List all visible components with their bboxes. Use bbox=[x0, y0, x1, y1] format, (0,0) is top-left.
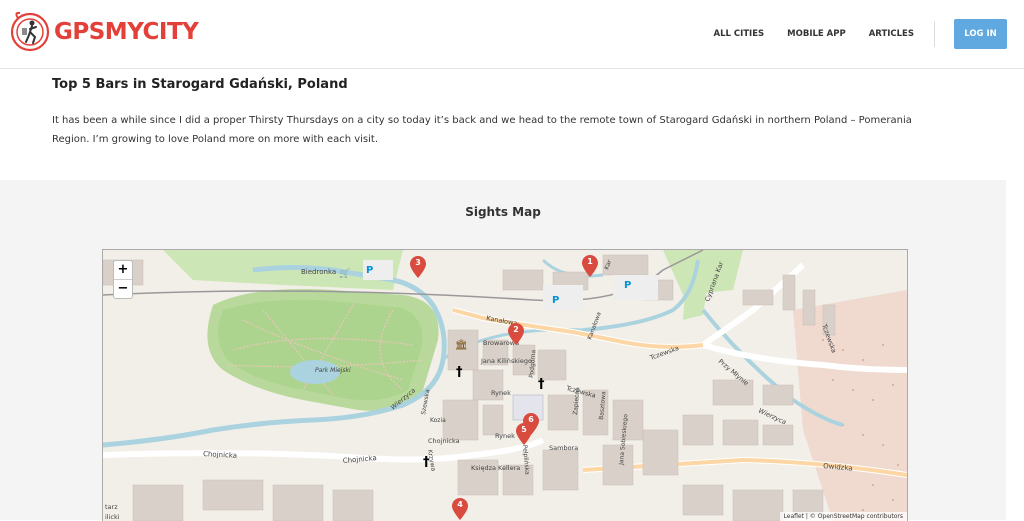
map-canvas[interactable]: P P P 🏛 † † † 🛒 Biedronka Park Miejski K… bbox=[102, 249, 908, 521]
label-rynek-2: Rynek bbox=[495, 432, 515, 440]
zoom-control: + − bbox=[113, 260, 133, 299]
marker-number: 3 bbox=[415, 258, 421, 267]
map-marker-2[interactable]: 2 bbox=[508, 323, 524, 345]
label-biedronka: Biedronka bbox=[301, 268, 336, 276]
marker-number: 1 bbox=[587, 257, 593, 266]
main-nav: ALL CITIES MOBILE APP ARTICLES LOG IN bbox=[713, 0, 1024, 68]
map-marker-1[interactable]: 1 bbox=[582, 255, 598, 277]
sights-map-section: Sights Map P P P 🏛 † † † 🛒 Biedronka Par… bbox=[0, 180, 1006, 521]
label-kellera: Księdza Kellera bbox=[471, 464, 520, 472]
label-rynek-1: Rynek bbox=[491, 389, 511, 397]
top-nav-bar: GPSMYCITY ALL CITIES MOBILE APP ARTICLES… bbox=[0, 0, 1024, 69]
nav-divider bbox=[934, 21, 935, 47]
map-marker-6[interactable]: 6 bbox=[523, 413, 539, 435]
login-button[interactable]: LOG IN bbox=[954, 19, 1007, 49]
article-title: Top 5 Bars in Starogard Gdański, Poland bbox=[52, 77, 348, 92]
marker-number: 6 bbox=[528, 415, 534, 424]
map-tiles: P P P 🏛 † † † 🛒 Biedronka Park Miejski K… bbox=[103, 250, 907, 521]
sights-map-heading: Sights Map bbox=[465, 205, 541, 219]
zoom-out-button[interactable]: − bbox=[114, 280, 132, 298]
nav-articles[interactable]: ARTICLES bbox=[869, 29, 914, 39]
svg-text:P: P bbox=[366, 265, 373, 276]
gpsmycity-logo-icon bbox=[10, 11, 50, 52]
label-chojnicka-3: Chojnicka bbox=[428, 437, 460, 445]
label-sambora: Sambora bbox=[549, 444, 578, 452]
label-starz: tarz bbox=[105, 503, 118, 511]
label-kozia: Kozia bbox=[430, 417, 446, 424]
marker-number: 2 bbox=[513, 325, 519, 334]
map-marker-3[interactable]: 3 bbox=[410, 256, 426, 278]
svg-text:†: † bbox=[456, 365, 463, 380]
nav-mobile-app[interactable]: MOBILE APP bbox=[787, 29, 846, 39]
svg-text:P: P bbox=[624, 280, 631, 291]
svg-text:🛒: 🛒 bbox=[339, 267, 350, 279]
svg-text:P: P bbox=[552, 295, 559, 306]
label-kilinskiego: Jana Kilińskiego bbox=[480, 357, 532, 365]
svg-text:🏛: 🏛 bbox=[455, 339, 468, 351]
map-marker-4[interactable]: 4 bbox=[452, 498, 468, 520]
svg-text:†: † bbox=[538, 377, 545, 392]
label-park: Park Miejski bbox=[315, 367, 351, 374]
article-intro: It has been a while since I did a proper… bbox=[52, 115, 912, 145]
nav-all-cities[interactable]: ALL CITIES bbox=[713, 29, 764, 39]
marker-number: 4 bbox=[457, 500, 463, 509]
site-logo[interactable]: GPSMYCITY bbox=[8, 10, 199, 54]
brand-name: GPSMYCITY bbox=[54, 19, 199, 45]
zoom-in-button[interactable]: + bbox=[114, 261, 132, 279]
